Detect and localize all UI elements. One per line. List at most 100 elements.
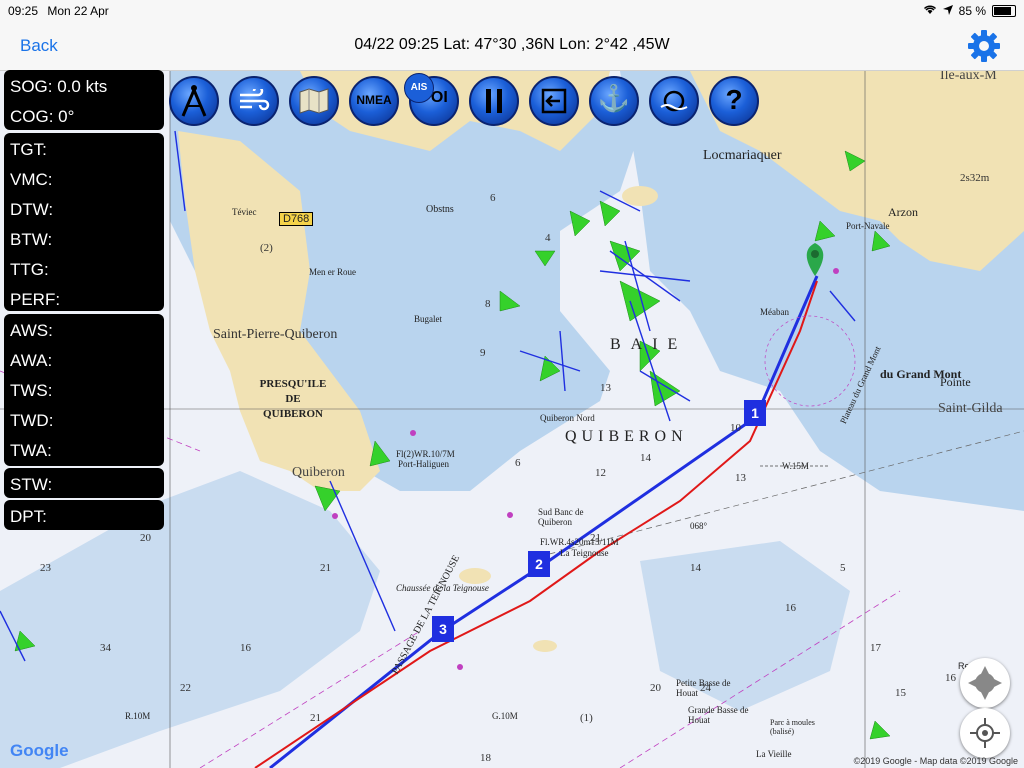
map-label-saint-gilda: Saint-Gilda xyxy=(938,401,1003,416)
svg-text:12: 12 xyxy=(595,467,606,479)
battery-text: 85 % xyxy=(958,4,986,18)
map-label-baie: BAIE xyxy=(610,336,688,353)
status-time: 09:25 xyxy=(8,4,39,18)
panel-stw: STW: xyxy=(4,468,164,498)
exit-icon xyxy=(541,88,567,114)
twa-readout: TWA: xyxy=(10,441,52,460)
waypoint-1-marker: 1 xyxy=(744,400,766,426)
panel-nav: SOG: 0.0 kts COG: 0° xyxy=(4,70,164,130)
sog-readout: SOG: 0.0 kts xyxy=(10,77,108,96)
map-label-parc-moules: Parc à moules (balisé) xyxy=(770,718,815,736)
panel-target: TGT: VMC: DTW: BTW: TTG: PERF: xyxy=(4,133,164,311)
aws-readout: AWS: xyxy=(10,321,53,340)
map-label-la-vieille: La Vieille xyxy=(756,749,792,759)
svg-text:23: 23 xyxy=(40,562,52,574)
map-button[interactable] xyxy=(284,71,344,131)
map-label-obstns: Obstns xyxy=(426,204,454,215)
locate-me-button[interactable] xyxy=(960,708,1010,758)
toolbar: NMEA POI ⚓ ? xyxy=(164,71,764,131)
waypoint-2-marker: 2 xyxy=(528,551,550,577)
map-label-bearing-068: 068° xyxy=(690,521,708,531)
status-left: 09:25 Mon 22 Apr xyxy=(8,4,115,18)
map-label-arzon: Arzon xyxy=(888,205,918,219)
map-label-w15m: W.15M xyxy=(782,461,809,471)
map-label-meaban: Méaban xyxy=(760,307,789,317)
waypoint-1-label: 1 xyxy=(751,405,759,421)
pause-icon xyxy=(486,89,502,113)
svg-text:13: 13 xyxy=(735,472,747,484)
exit-button[interactable] xyxy=(524,71,584,131)
map-label-quiberon-town: Quiberon xyxy=(292,465,345,480)
dividers-icon xyxy=(181,85,207,117)
svg-text:16: 16 xyxy=(240,642,252,654)
ttg-readout: TTG: xyxy=(10,260,49,279)
map-label-light-haliguen: Fl(2)WR.10/7M xyxy=(396,449,455,459)
status-date: Mon 22 Apr xyxy=(47,4,109,18)
panel-wind: AWS: AWA: TWS: TWD: TWA: xyxy=(4,314,164,466)
map-label-road-d768: D768 xyxy=(279,212,314,226)
nmea-button[interactable]: NMEA xyxy=(344,71,404,131)
map-label-teviec: Téviec xyxy=(232,207,257,217)
compass-button[interactable] xyxy=(164,71,224,131)
nav-bar: Back 04/22 09:25 Lat: 47°30 ,36N Lon: 2°… xyxy=(0,22,1024,71)
svg-text:18: 18 xyxy=(480,752,492,764)
mob-button[interactable] xyxy=(644,71,704,131)
svg-text:17: 17 xyxy=(870,642,882,654)
map-label-quiberon-bay: QUIBERON xyxy=(565,428,688,445)
settings-gear-icon[interactable] xyxy=(966,28,1002,64)
waypoint-3-label: 3 xyxy=(439,621,447,637)
wind-icon xyxy=(240,89,270,111)
svg-text:8: 8 xyxy=(485,298,491,310)
pause-button[interactable] xyxy=(464,71,524,131)
svg-text:13: 13 xyxy=(600,382,612,394)
svg-text:6: 6 xyxy=(490,192,496,204)
wifi-icon xyxy=(923,4,937,18)
anchor-button[interactable]: ⚓ xyxy=(584,71,644,131)
svg-text:16: 16 xyxy=(785,602,797,614)
svg-text:21: 21 xyxy=(310,712,321,724)
stw-readout: STW: xyxy=(10,475,53,494)
map-label-presquile: PRESQU'ILE DE QUIBERON xyxy=(259,378,327,420)
vmc-readout: VMC: xyxy=(10,170,53,189)
svg-text:5: 5 xyxy=(840,562,846,574)
map-icon xyxy=(299,88,329,114)
svg-text:16: 16 xyxy=(945,672,957,684)
ais-badge-button[interactable]: AIS xyxy=(404,73,434,103)
recherche-icon xyxy=(968,666,1002,700)
nmea-label: NMEA xyxy=(356,93,392,107)
map-label-port-navale: Port-Navale xyxy=(846,221,890,231)
waypoint-3-marker: 3 xyxy=(432,616,454,642)
location-arrow-icon xyxy=(942,4,953,18)
map-copyright: ©2019 Google - Map data ©2019 Google xyxy=(853,756,1018,766)
map-label-bugalet: Bugalet xyxy=(414,314,442,324)
map-label-men-er-roue: Men er Roue xyxy=(309,267,356,277)
svg-text:22: 22 xyxy=(180,682,191,694)
svg-text:20: 20 xyxy=(650,682,662,694)
map-label-grande-basse: Grande Basse de Houat xyxy=(688,705,749,725)
wind-button[interactable] xyxy=(224,71,284,131)
map-label-r10m: R.10M xyxy=(125,711,151,721)
map-label-ile-aux-moines: Ile-aux-M xyxy=(940,71,997,83)
tgt-readout: TGT: xyxy=(10,140,47,159)
svg-text:4: 4 xyxy=(545,232,551,244)
btw-readout: BTW: xyxy=(10,230,53,249)
svg-text:14: 14 xyxy=(690,562,702,574)
help-button[interactable]: ? xyxy=(704,71,764,131)
tws-readout: TWS: xyxy=(10,381,53,400)
svg-text:9: 9 xyxy=(480,347,486,359)
svg-text:10: 10 xyxy=(730,422,742,434)
twd-readout: TWD: xyxy=(10,411,54,430)
svg-text:2s32m: 2s32m xyxy=(960,172,990,184)
awa-readout: AWA: xyxy=(10,351,53,370)
position-title: 04/22 09:25 Lat: 47°30 ,36N Lon: 2°42 ,4… xyxy=(354,36,670,53)
man-overboard-icon xyxy=(660,90,688,112)
search-control-button[interactable] xyxy=(960,658,1010,708)
panel-dpt: DPT: xyxy=(4,500,164,530)
map-label-pointe: Pointe xyxy=(940,375,971,389)
svg-text:15: 15 xyxy=(895,687,907,699)
status-bar: 09:25 Mon 22 Apr 85 % xyxy=(0,0,1024,22)
map-label-locmariaquer: Locmariaquer xyxy=(703,148,782,163)
map-label-quiberon-nord: Quiberon Nord xyxy=(540,413,595,423)
anchor-icon: ⚓ xyxy=(597,83,631,113)
crosshair-icon xyxy=(970,718,1000,748)
